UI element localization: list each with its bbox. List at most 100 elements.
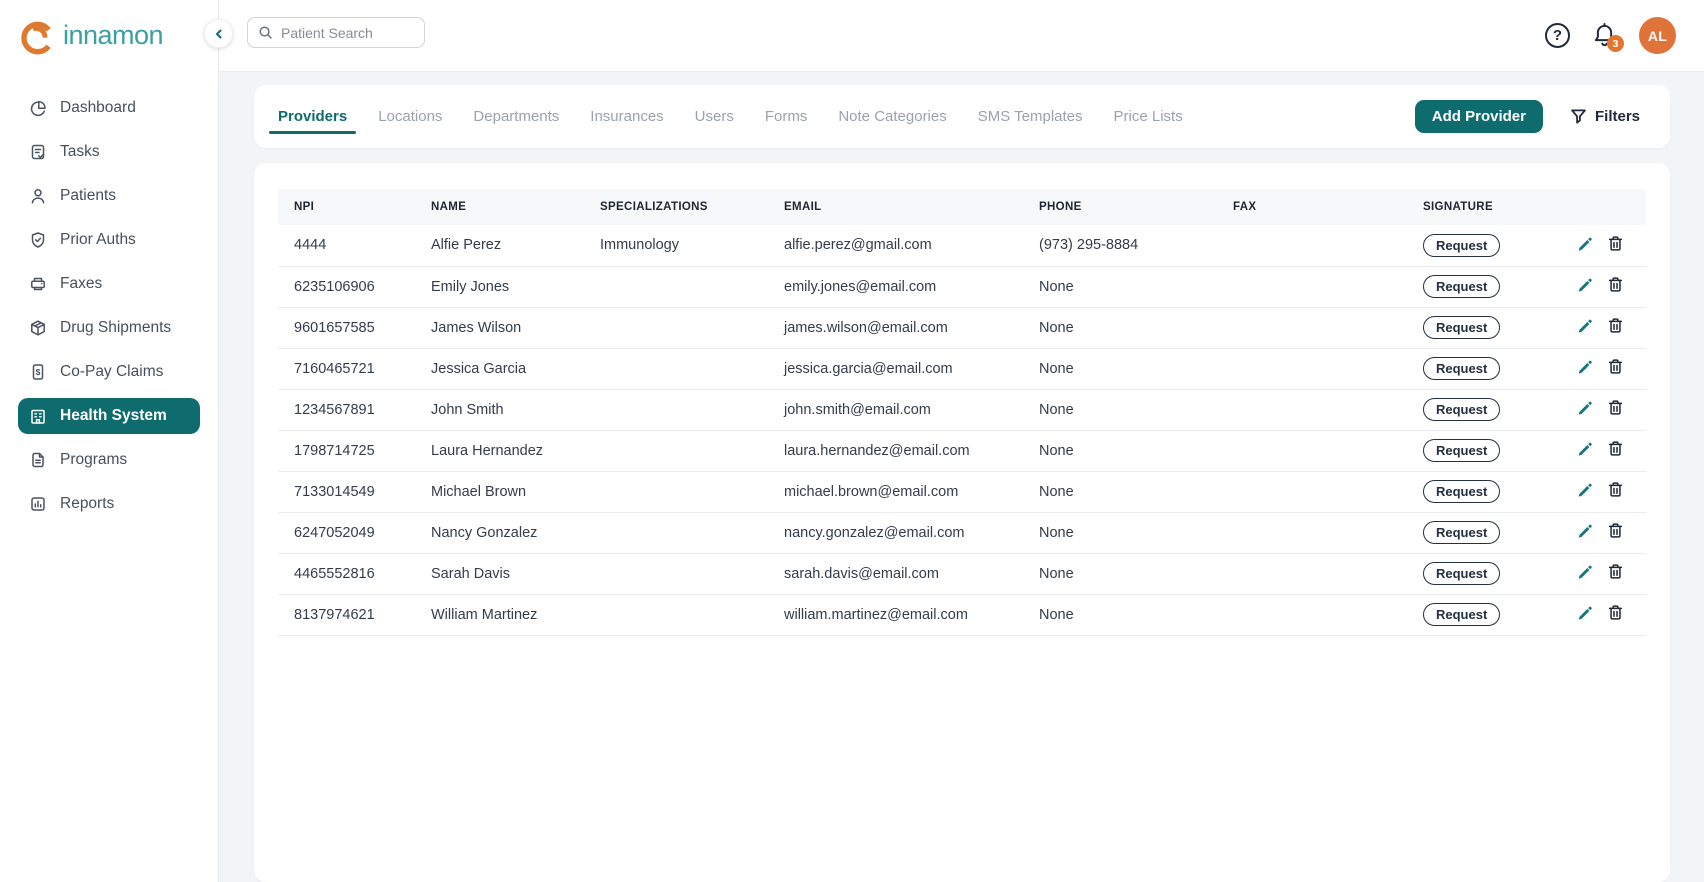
cell-email: james.wilson@email.com <box>768 307 1023 349</box>
tab-locations[interactable]: Locations <box>378 85 442 148</box>
filters-label: Filters <box>1594 108 1640 125</box>
cell-specializations: Immunology <box>584 225 768 267</box>
sidebar-item-reports[interactable]: Reports <box>18 486 200 522</box>
patient-search-input[interactable] <box>281 24 414 41</box>
shield-check-icon <box>29 231 47 249</box>
tab-sms-templates[interactable]: SMS Templates <box>978 85 1083 148</box>
edit-button[interactable] <box>1577 522 1594 539</box>
cell-name: William Martinez <box>415 594 584 636</box>
svg-text:$: $ <box>36 367 41 377</box>
request-signature-button[interactable]: Request <box>1423 562 1501 585</box>
delete-button[interactable] <box>1607 317 1624 334</box>
sidebar-item-prior-auths[interactable]: Prior Auths <box>18 222 200 258</box>
delete-button[interactable] <box>1607 399 1624 416</box>
sidebar-item-tasks[interactable]: Tasks <box>18 134 200 170</box>
cell-specializations <box>584 430 768 472</box>
delete-button[interactable] <box>1607 563 1624 580</box>
edit-button[interactable] <box>1577 563 1594 580</box>
filter-funnel-icon <box>1570 108 1587 125</box>
request-signature-button[interactable]: Request <box>1423 480 1501 503</box>
cell-fax <box>1217 266 1407 308</box>
dollar-doc-icon: $ <box>29 363 47 381</box>
tab-forms[interactable]: Forms <box>765 85 808 148</box>
edit-button[interactable] <box>1577 399 1594 416</box>
tab-departments[interactable]: Departments <box>473 85 559 148</box>
request-signature-button[interactable]: Request <box>1423 275 1501 298</box>
sidebar-item-faxes[interactable]: Faxes <box>18 266 200 302</box>
delete-button[interactable] <box>1607 440 1624 457</box>
tab-bar: Providers Locations Departments Insuranc… <box>268 85 1183 148</box>
cell-actions <box>1547 348 1646 390</box>
file-text-icon <box>29 451 47 469</box>
edit-button[interactable] <box>1577 235 1594 252</box>
delete-button[interactable] <box>1607 235 1624 252</box>
cell-signature: Request <box>1407 430 1547 472</box>
sidebar-item-patients[interactable]: Patients <box>18 178 200 214</box>
request-signature-button[interactable]: Request <box>1423 603 1501 626</box>
avatar[interactable]: AL <box>1639 17 1676 54</box>
cell-phone: None <box>1023 389 1217 431</box>
cell-npi: 6235106906 <box>278 266 415 308</box>
sidebar-item-health-system[interactable]: Health System <box>18 398 200 434</box>
edit-button[interactable] <box>1577 440 1594 457</box>
delete-button[interactable] <box>1607 604 1624 621</box>
hospital-icon <box>29 407 47 425</box>
cell-npi: 9601657585 <box>278 307 415 349</box>
sidebar-item-drug-shipments[interactable]: Drug Shipments <box>18 310 200 346</box>
edit-button[interactable] <box>1577 604 1594 621</box>
delete-button[interactable] <box>1607 481 1624 498</box>
request-signature-button[interactable]: Request <box>1423 357 1501 380</box>
cell-name: John Smith <box>415 389 584 431</box>
cell-phone: None <box>1023 471 1217 513</box>
delete-button[interactable] <box>1607 358 1624 375</box>
delete-button[interactable] <box>1607 522 1624 539</box>
cell-npi: 4444 <box>278 225 415 267</box>
delete-button[interactable] <box>1607 276 1624 293</box>
patient-search-box[interactable] <box>247 17 425 48</box>
cell-fax <box>1217 307 1407 349</box>
table-row: 4444 Alfie Perez Immunology alfie.perez@… <box>278 225 1646 267</box>
cell-npi: 8137974621 <box>278 594 415 636</box>
edit-button[interactable] <box>1577 317 1594 334</box>
sidebar-collapse-button[interactable] <box>204 19 233 48</box>
tab-users[interactable]: Users <box>695 85 734 148</box>
edit-button[interactable] <box>1577 276 1594 293</box>
cell-fax <box>1217 430 1407 472</box>
request-signature-button[interactable]: Request <box>1423 316 1501 339</box>
request-signature-button[interactable]: Request <box>1423 521 1501 544</box>
sidebar-item-dashboard[interactable]: Dashboard <box>18 90 200 126</box>
filters-button[interactable]: Filters <box>1570 108 1640 125</box>
notifications-button[interactable]: 3 <box>1592 22 1624 52</box>
column-header-email: EMAIL <box>768 189 1023 225</box>
tab-note-categories[interactable]: Note Categories <box>838 85 946 148</box>
cell-npi: 1798714725 <box>278 430 415 472</box>
sidebar-item-co-pay-claims[interactable]: $ Co-Pay Claims <box>18 354 200 390</box>
cell-specializations <box>584 307 768 349</box>
column-header-phone: PHONE <box>1023 189 1217 225</box>
pencil-icon <box>1577 440 1594 457</box>
sidebar-item-label: Prior Auths <box>60 231 136 248</box>
pencil-icon <box>1577 522 1594 539</box>
tab-insurances[interactable]: Insurances <box>590 85 663 148</box>
request-signature-button[interactable]: Request <box>1423 233 1501 257</box>
cell-signature: Request <box>1407 307 1547 349</box>
search-icon <box>258 25 273 40</box>
sidebar-item-label: Dashboard <box>60 99 136 116</box>
edit-button[interactable] <box>1577 481 1594 498</box>
sidebar-item-programs[interactable]: Programs <box>18 442 200 478</box>
cell-actions <box>1547 471 1646 513</box>
cell-name: Emily Jones <box>415 266 584 308</box>
add-provider-button[interactable]: Add Provider <box>1414 100 1543 133</box>
tab-price-lists[interactable]: Price Lists <box>1114 85 1183 148</box>
cell-actions <box>1547 594 1646 636</box>
tabs-actions: Add Provider Filters <box>1414 100 1640 133</box>
cell-signature: Request <box>1407 266 1547 308</box>
request-signature-button[interactable]: Request <box>1423 398 1501 421</box>
cell-email: john.smith@email.com <box>768 389 1023 431</box>
request-signature-button[interactable]: Request <box>1423 439 1501 462</box>
tab-providers[interactable]: Providers <box>268 85 357 148</box>
cell-email: sarah.davis@email.com <box>768 553 1023 595</box>
cell-email: laura.hernandez@email.com <box>768 430 1023 472</box>
help-button[interactable]: ? <box>1545 23 1570 48</box>
edit-button[interactable] <box>1577 358 1594 375</box>
